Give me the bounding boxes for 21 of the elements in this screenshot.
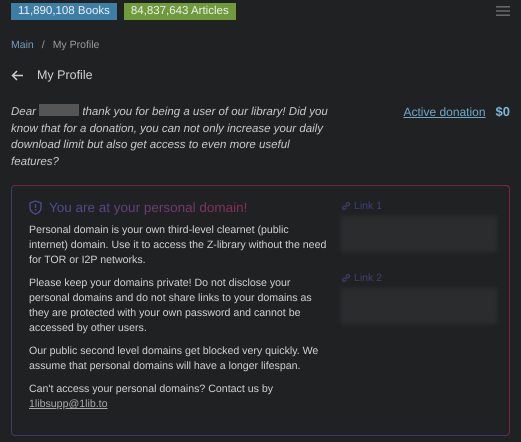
breadcrumb-current[interactable]: My Profile bbox=[52, 39, 100, 51]
card-title: You are at your personal domain! bbox=[49, 200, 248, 215]
active-donation-link[interactable]: Active donation bbox=[403, 105, 486, 119]
info-paragraph: Personal domain is your own third-level clearnet (public internet) domain. Use it to access the Z-library without the need for TOR or I2P networks. bbox=[29, 223, 328, 268]
link-label: Link 1 bbox=[354, 200, 382, 212]
page-title: My Profile bbox=[37, 68, 93, 82]
stat-badge[interactable]: 11,890,108 Books bbox=[11, 2, 117, 20]
contact-text: Can't access your personal domains? Contact us by 1libsupp@1lib.to bbox=[29, 382, 274, 412]
breadcrumb-separator: / bbox=[42, 39, 45, 51]
email-link[interactable]: 1libsupp@1lib.to bbox=[29, 398, 108, 410]
link-icon bbox=[341, 273, 351, 283]
info-paragraph: Our public second level domains get blocked very quickly. We assume that personal domains will have a longer lifespan. bbox=[29, 344, 320, 374]
greeting-text: Dear thank you for being a user of our library! Did you know that for a donation, you can not only increase your daily download limit but also get access to even more useful features? bbox=[11, 104, 329, 170]
menu-icon[interactable] bbox=[496, 5, 510, 17]
shield-icon bbox=[29, 200, 42, 215]
info-paragraph: Please keep your domains private! Do not disclose your personal domains and do not share links to your domains as they are protected with your own password and cannot be accessed by other users. bbox=[29, 276, 313, 336]
link-label: Link 2 bbox=[354, 272, 382, 284]
breadcrumb-link[interactable]: Main bbox=[11, 39, 34, 51]
back-arrow-icon[interactable] bbox=[11, 70, 24, 80]
link-icon bbox=[341, 201, 351, 211]
donation-amount: $0 bbox=[496, 104, 510, 119]
